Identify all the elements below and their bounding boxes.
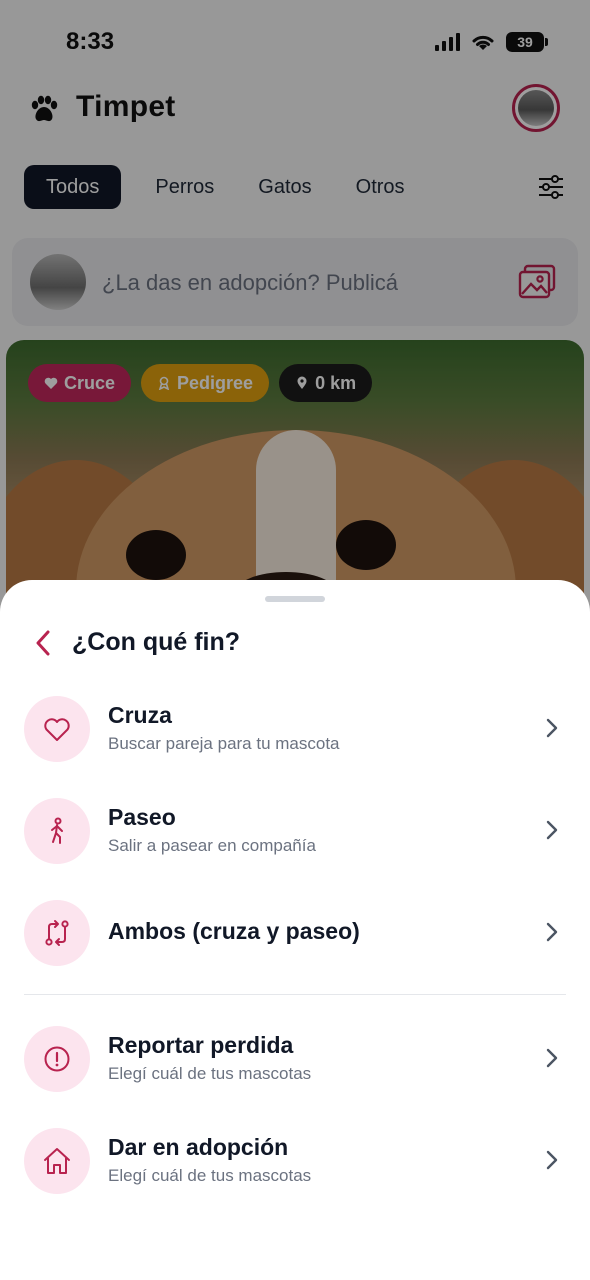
option-title: Reportar perdida xyxy=(108,1032,294,1058)
alert-circle-icon xyxy=(44,1046,70,1072)
purpose-bottom-sheet: ¿Con qué fin? Cruza Buscar pareja para t… xyxy=(0,580,590,1280)
option-title: Dar en adopción xyxy=(108,1134,289,1160)
swap-arrows-icon xyxy=(45,920,69,946)
home-icon xyxy=(44,1148,70,1174)
chevron-right-icon xyxy=(546,1150,558,1170)
option-title: Paseo xyxy=(108,804,176,830)
heart-icon xyxy=(44,718,70,741)
walking-person-icon xyxy=(51,817,63,844)
option-icon-bg xyxy=(24,696,90,762)
section-divider xyxy=(24,994,566,995)
option-subtitle: Salir a pasear en compañía xyxy=(108,836,316,855)
chevron-left-icon xyxy=(36,630,50,656)
option-subtitle: Buscar pareja para tu mascota xyxy=(108,734,340,753)
option-icon-bg xyxy=(24,1026,90,1092)
chevron-right-icon xyxy=(546,820,558,840)
chevron-right-icon xyxy=(546,1048,558,1068)
sheet-title: ¿Con qué fin? xyxy=(72,628,241,656)
option-icon-bg xyxy=(24,900,90,966)
option-icon-bg xyxy=(24,798,90,864)
sheet-grabber[interactable] xyxy=(265,596,325,602)
option-subtitle: Elegí cuál de tus mascotas xyxy=(108,1064,312,1083)
option-subtitle: Elegí cuál de tus mascotas xyxy=(108,1166,312,1185)
option-title: Ambos (cruza y paseo) xyxy=(108,918,360,944)
option-ambos[interactable]: Ambos (cruza y paseo) xyxy=(24,894,566,974)
back-button[interactable] xyxy=(28,626,58,660)
chevron-right-icon xyxy=(546,718,558,738)
option-paseo[interactable]: Paseo Salir a pasear en compañía xyxy=(24,792,566,872)
option-dar-en-adopcion[interactable]: Dar en adopción Elegí cuál de tus mascot… xyxy=(24,1122,566,1202)
option-cruza[interactable]: Cruza Buscar pareja para tu mascota xyxy=(24,690,566,770)
option-icon-bg xyxy=(24,1128,90,1194)
chevron-right-icon xyxy=(546,922,558,942)
option-title: Cruza xyxy=(108,702,172,728)
option-reportar-perdida[interactable]: Reportar perdida Elegí cuál de tus masco… xyxy=(24,1020,566,1100)
